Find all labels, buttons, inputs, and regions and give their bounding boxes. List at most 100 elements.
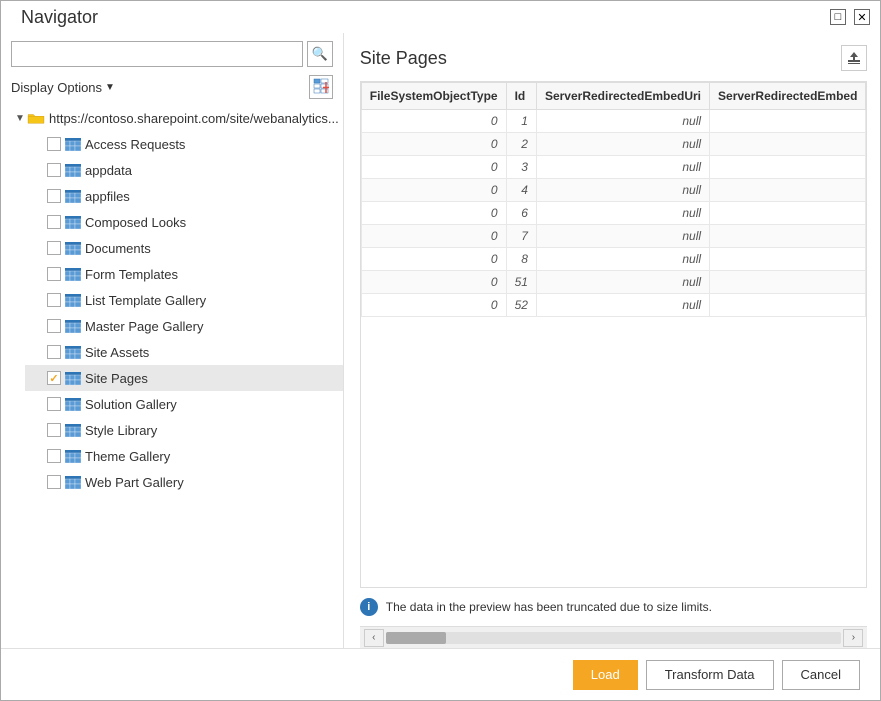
search-area: 🔍 — [1, 41, 343, 75]
col-header-filesystem: FileSystemObjectType — [361, 83, 506, 110]
tree-item-web-part-gallery[interactable]: Web Part Gallery — [25, 469, 343, 495]
cell-embed — [710, 248, 866, 271]
col-header-server-redirected-embed: ServerRedirectedEmbed — [710, 83, 866, 110]
window-title: Navigator — [11, 7, 98, 28]
expand-icon — [29, 449, 43, 463]
tree-label-appfiles: appfiles — [85, 189, 339, 204]
cell-filesystem: 0 — [361, 202, 506, 225]
checkbox-documents[interactable] — [47, 241, 61, 255]
expand-icon — [29, 397, 43, 411]
search-button[interactable]: 🔍 — [307, 41, 333, 67]
restore-button[interactable]: □ — [830, 9, 846, 25]
data-table-wrapper[interactable]: FileSystemObjectType Id ServerRedirected… — [360, 81, 868, 588]
table-icon-solution-gallery — [65, 397, 81, 411]
checkbox-site-assets[interactable] — [47, 345, 61, 359]
cell-embed — [710, 110, 866, 133]
tree-item-style-library[interactable]: Style Library — [25, 417, 343, 443]
table-icon-site-assets — [65, 345, 81, 359]
checkbox-site-pages[interactable] — [47, 371, 61, 385]
checkbox-appfiles[interactable] — [47, 189, 61, 203]
tree-item-master-page-gallery[interactable]: Master Page Gallery — [25, 313, 343, 339]
scroll-right-button[interactable]: › — [843, 629, 863, 647]
tree-item-form-templates[interactable]: Form Templates — [25, 261, 343, 287]
cell-id: 1 — [506, 110, 536, 133]
bottom-bar: Load Transform Data Cancel — [1, 648, 880, 700]
checkbox-form-templates[interactable] — [47, 267, 61, 281]
tree-label-form-templates: Form Templates — [85, 267, 339, 282]
export-button[interactable] — [841, 45, 867, 71]
search-icon: 🔍 — [312, 46, 328, 62]
tree-item-appfiles[interactable]: appfiles — [25, 183, 343, 209]
cell-uri: null — [536, 271, 709, 294]
close-button[interactable]: ✕ — [854, 9, 870, 25]
expand-icon — [29, 137, 43, 151]
cancel-button[interactable]: Cancel — [782, 660, 860, 690]
checkbox-style-library[interactable] — [47, 423, 61, 437]
checkbox-theme-gallery[interactable] — [47, 449, 61, 463]
main-content: 🔍 Display Options ▼ — [1, 33, 880, 648]
tree-item-access-requests[interactable]: Access Requests — [25, 131, 343, 157]
tree-children: Access Requests — [9, 131, 343, 495]
table-icon-style-library — [65, 423, 81, 437]
tree-area: ▼ https://contoso.sharepoint.com/site/we… — [1, 105, 343, 640]
table-icon-appfiles — [65, 189, 81, 203]
expand-icon — [29, 423, 43, 437]
cell-id: 4 — [506, 179, 536, 202]
scroll-left-button[interactable]: ‹ — [364, 629, 384, 647]
table-row: 0 6 null — [361, 202, 866, 225]
cell-id: 8 — [506, 248, 536, 271]
cell-embed — [710, 156, 866, 179]
dropdown-arrow-icon: ▼ — [105, 82, 115, 93]
table-icon-site-pages — [65, 371, 81, 385]
tree-item-site-assets[interactable]: Site Assets — [25, 339, 343, 365]
scroll-track[interactable] — [386, 632, 842, 644]
expand-icon — [29, 293, 43, 307]
folder-icon — [27, 111, 45, 125]
cell-uri: null — [536, 225, 709, 248]
tree-root: ▼ https://contoso.sharepoint.com/site/we… — [1, 105, 343, 495]
tree-item-appdata[interactable]: appdata — [25, 157, 343, 183]
expand-icon — [29, 371, 43, 385]
checkbox-appdata[interactable] — [47, 163, 61, 177]
checkbox-solution-gallery[interactable] — [47, 397, 61, 411]
tree-label-solution-gallery: Solution Gallery — [85, 397, 339, 412]
tree-item-solution-gallery[interactable]: Solution Gallery — [25, 391, 343, 417]
expand-icon — [29, 241, 43, 255]
display-options-button[interactable]: Display Options ▼ — [11, 80, 115, 95]
cell-uri: null — [536, 110, 709, 133]
horizontal-scrollbar[interactable]: ‹ › — [360, 626, 868, 648]
tree-item-list-template-gallery[interactable]: List Template Gallery — [25, 287, 343, 313]
search-input[interactable] — [11, 41, 303, 67]
cell-id: 3 — [506, 156, 536, 179]
panel-header: Site Pages — [360, 45, 868, 71]
tree-item-documents[interactable]: Documents — [25, 235, 343, 261]
tree-label-style-library: Style Library — [85, 423, 339, 438]
collapse-icon: ▼ — [13, 111, 27, 125]
load-button[interactable]: Load — [573, 660, 638, 690]
checkbox-web-part-gallery[interactable] — [47, 475, 61, 489]
tree-item-site-pages[interactable]: Site Pages — [25, 365, 343, 391]
display-options-label: Display Options — [11, 80, 102, 95]
transform-data-button[interactable]: Transform Data — [646, 660, 774, 690]
tree-item-composed-looks[interactable]: Composed Looks — [25, 209, 343, 235]
table-row: 0 7 null — [361, 225, 866, 248]
tree-label-documents: Documents — [85, 241, 339, 256]
table-icon-appdata — [65, 163, 81, 177]
tree-item-theme-gallery[interactable]: Theme Gallery — [25, 443, 343, 469]
tree-root-node[interactable]: ▼ https://contoso.sharepoint.com/site/we… — [9, 105, 343, 131]
cell-id: 51 — [506, 271, 536, 294]
checkbox-composed-looks[interactable] — [47, 215, 61, 229]
expand-icon — [29, 215, 43, 229]
left-panel: 🔍 Display Options ▼ — [1, 33, 344, 648]
scroll-thumb[interactable] — [386, 632, 446, 644]
add-table-button[interactable] — [309, 75, 333, 99]
checkbox-master-page-gallery[interactable] — [47, 319, 61, 333]
col-header-id: Id — [506, 83, 536, 110]
checkbox-access-requests[interactable] — [47, 137, 61, 151]
cell-filesystem: 0 — [361, 248, 506, 271]
cell-filesystem: 0 — [361, 271, 506, 294]
cell-embed — [710, 225, 866, 248]
checkbox-list-template-gallery[interactable] — [47, 293, 61, 307]
cell-id: 52 — [506, 294, 536, 317]
export-icon — [846, 50, 862, 66]
